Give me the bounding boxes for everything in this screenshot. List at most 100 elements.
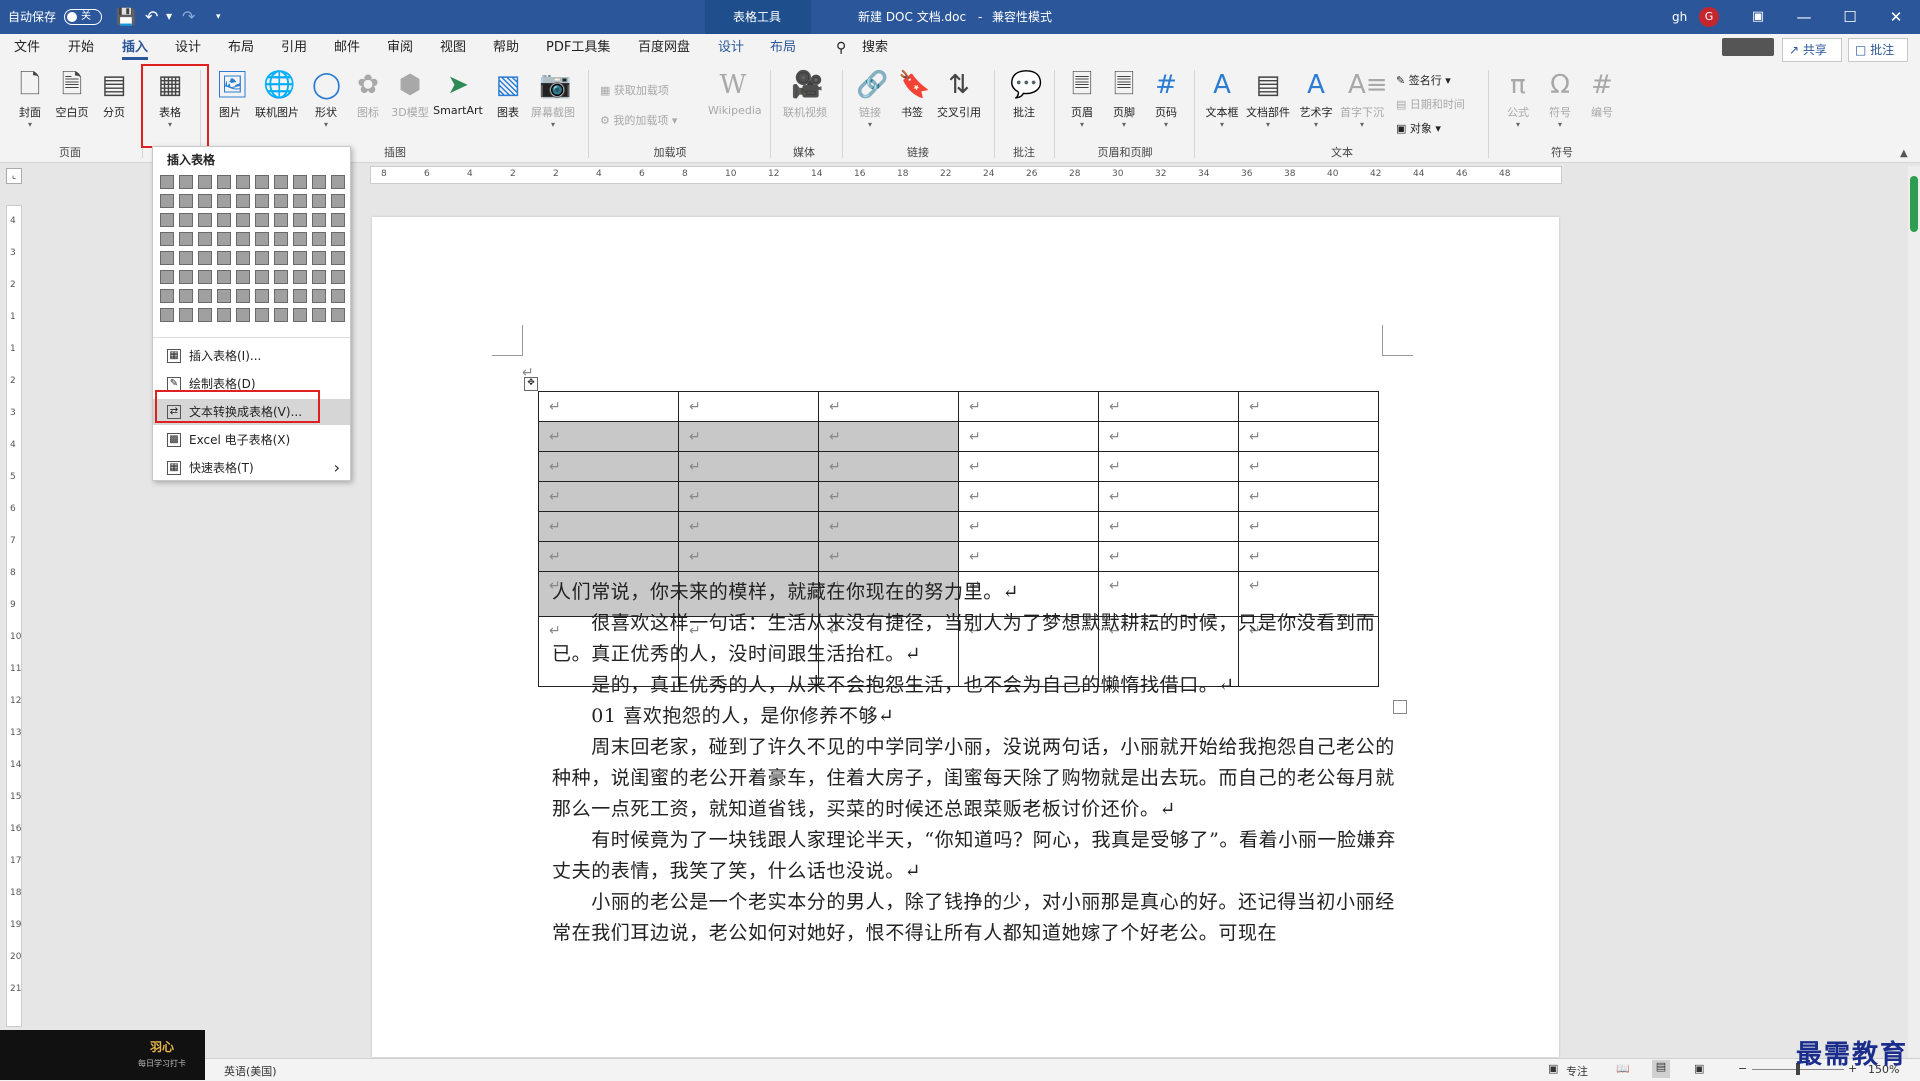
grid-cell[interactable] xyxy=(312,194,326,208)
table-cell[interactable]: ↵ xyxy=(958,541,1099,572)
pictures-button[interactable]: 🖼 图片 xyxy=(210,68,250,120)
zoom-out-icon[interactable]: − xyxy=(1738,1062,1747,1075)
body-paragraph[interactable]: 01 喜欢抱怨的人，是你修养不够↵ xyxy=(552,701,1402,732)
grid-cell[interactable] xyxy=(331,270,345,284)
grid-cell[interactable] xyxy=(331,175,345,189)
table-cell[interactable]: ↵ xyxy=(1098,451,1239,482)
grid-cell[interactable] xyxy=(255,175,269,189)
tab-table-layout[interactable]: 布局 xyxy=(770,34,796,62)
table-cell[interactable]: ↵ xyxy=(1098,481,1239,512)
web-layout-icon[interactable]: ▣ xyxy=(1694,1062,1704,1075)
grid-cell[interactable] xyxy=(179,175,193,189)
grid-cell[interactable] xyxy=(160,194,174,208)
footer-button[interactable]: 🗏 页脚 ▾ xyxy=(1104,68,1144,129)
grid-cell[interactable] xyxy=(331,232,345,246)
table-cell[interactable]: ↵ xyxy=(538,511,679,542)
user-name[interactable]: gh xyxy=(1672,0,1687,34)
tab-mailings[interactable]: 邮件 xyxy=(334,34,360,62)
grid-cell[interactable] xyxy=(293,232,307,246)
search-box[interactable]: 搜索 xyxy=(862,34,888,62)
table-cell[interactable]: ↵ xyxy=(538,541,679,572)
read-mode-icon[interactable]: 📖 xyxy=(1616,1062,1630,1075)
grid-cell[interactable] xyxy=(312,175,326,189)
table-cell[interactable]: ↵ xyxy=(958,451,1099,482)
grid-cell[interactable] xyxy=(236,289,250,303)
table-cell[interactable]: ↵ xyxy=(1238,481,1379,512)
undo-dropdown-icon[interactable]: ▼ xyxy=(166,0,172,34)
ribbon-display-icon[interactable]: ▣ xyxy=(1735,0,1781,34)
grid-cell[interactable] xyxy=(236,308,250,322)
grid-cell[interactable] xyxy=(236,232,250,246)
grid-cell[interactable] xyxy=(217,213,231,227)
object-button[interactable]: ▣ 对象 ▾ xyxy=(1396,120,1441,136)
grid-cell[interactable] xyxy=(274,251,288,265)
body-paragraph[interactable]: 是的，真正优秀的人，从来不会抱怨生活，也不会为自己的懒惰找借口。↵ xyxy=(552,670,1402,701)
grid-cell[interactable] xyxy=(255,232,269,246)
grid-cell[interactable] xyxy=(198,232,212,246)
grid-cell[interactable] xyxy=(293,308,307,322)
grid-cell[interactable] xyxy=(274,289,288,303)
grid-cell[interactable] xyxy=(198,251,212,265)
focus-mode-label[interactable]: 专注 xyxy=(1566,1063,1588,1079)
table-cell[interactable]: ↵ xyxy=(958,511,1099,542)
grid-cell[interactable] xyxy=(217,308,231,322)
signature-line-button[interactable]: ✎ 签名行 ▾ xyxy=(1396,72,1451,88)
tab-insert[interactable]: 插入 xyxy=(122,34,149,62)
table-cell[interactable]: ↵ xyxy=(1238,541,1379,572)
scrollbar-thumb[interactable] xyxy=(1910,176,1918,232)
grid-cell[interactable] xyxy=(179,232,193,246)
grid-cell[interactable] xyxy=(179,194,193,208)
table-cell[interactable]: ↵ xyxy=(538,421,679,452)
grid-cell[interactable] xyxy=(160,175,174,189)
grid-cell[interactable] xyxy=(236,213,250,227)
table-cell[interactable]: ↵ xyxy=(678,481,819,512)
grid-cell[interactable] xyxy=(312,289,326,303)
table-cell[interactable]: ↵ xyxy=(818,481,959,512)
grid-cell[interactable] xyxy=(160,232,174,246)
grid-cell[interactable] xyxy=(179,308,193,322)
body-paragraph[interactable]: 人们常说，你未来的模样，就藏在你现在的努力里。↵ xyxy=(552,577,1402,608)
grid-cell[interactable] xyxy=(312,308,326,322)
page-number-button[interactable]: # 页码 ▾ xyxy=(1146,68,1186,129)
grid-cell[interactable] xyxy=(217,194,231,208)
grid-cell[interactable] xyxy=(293,194,307,208)
tab-layout[interactable]: 布局 xyxy=(228,34,254,62)
body-paragraph[interactable]: 有时候竟为了一块钱跟人家理论半天，“你知道吗？阿心，我真是受够了”。看着小丽一脸… xyxy=(552,825,1402,887)
table-cell[interactable]: ↵ xyxy=(1238,421,1379,452)
grid-cell[interactable] xyxy=(331,289,345,303)
grid-cell[interactable] xyxy=(179,270,193,284)
share-button[interactable]: ↗ 共享 xyxy=(1782,38,1842,62)
grid-cell[interactable] xyxy=(293,289,307,303)
chart-button[interactable]: ▧ 图表 xyxy=(488,68,528,120)
grid-cell[interactable] xyxy=(274,308,288,322)
tab-selector-icon[interactable]: ⌞ xyxy=(6,168,22,184)
grid-cell[interactable] xyxy=(293,270,307,284)
menu-item[interactable]: ▩ Excel 电子表格(X) xyxy=(153,427,350,453)
grid-cell[interactable] xyxy=(160,270,174,284)
grid-cell[interactable] xyxy=(312,251,326,265)
table-cell[interactable]: ↵ xyxy=(1238,511,1379,542)
grid-cell[interactable] xyxy=(160,213,174,227)
grid-cell[interactable] xyxy=(255,213,269,227)
tab-references[interactable]: 引用 xyxy=(281,34,307,62)
autosave-toggle[interactable]: 关 xyxy=(64,9,102,25)
tab-file[interactable]: 文件 xyxy=(14,34,40,62)
grid-cell[interactable] xyxy=(236,194,250,208)
tab-review[interactable]: 审阅 xyxy=(387,34,413,62)
tab-baidu-netdisk[interactable]: 百度网盘 xyxy=(638,34,690,62)
menu-item[interactable]: ▦ 插入表格(I)... xyxy=(153,343,350,369)
grid-cell[interactable] xyxy=(274,213,288,227)
table-cell[interactable]: ↵ xyxy=(678,541,819,572)
grid-cell[interactable] xyxy=(198,213,212,227)
quick-parts-button[interactable]: ▤ 文档部件 ▾ xyxy=(1244,68,1292,129)
table-cell[interactable]: ↵ xyxy=(538,481,679,512)
shapes-button[interactable]: ◯ 形状 ▾ xyxy=(306,68,346,129)
grid-cell[interactable] xyxy=(293,175,307,189)
grid-cell[interactable] xyxy=(255,251,269,265)
table-cell[interactable]: ↵ xyxy=(958,481,1099,512)
grid-cell[interactable] xyxy=(198,270,212,284)
grid-cell[interactable] xyxy=(198,289,212,303)
table-cell[interactable]: ↵ xyxy=(678,451,819,482)
grid-cell[interactable] xyxy=(236,175,250,189)
body-paragraph[interactable]: 小丽的老公是一个老实本分的男人，除了钱挣的少，对小丽那是真心的好。还记得当初小丽… xyxy=(552,887,1402,949)
